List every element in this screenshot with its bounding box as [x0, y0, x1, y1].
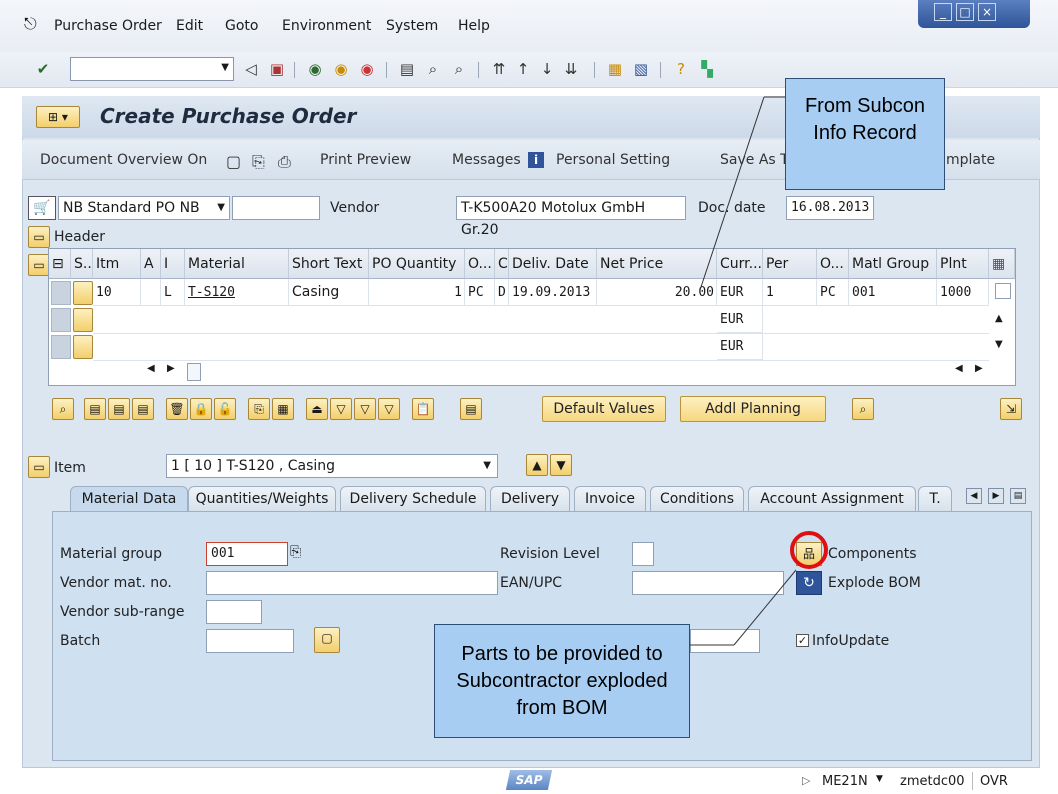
status-bar: SAP ▷ ME21N ▼ zmetdc00 OVR	[0, 768, 1058, 794]
callout-subcon-info-record: From Subcon Info Record	[785, 78, 945, 190]
server-name: zmetdc00	[900, 774, 965, 789]
transaction-code: ME21N	[822, 774, 868, 789]
callout-bom-explosion: Parts to be provided to Subcontractor ex…	[434, 624, 690, 738]
insert-mode: OVR	[980, 774, 1008, 789]
status-expand-icon[interactable]: ▷	[802, 774, 810, 787]
status-separator	[972, 772, 973, 790]
chevron-down-icon[interactable]: ▼	[876, 774, 883, 784]
sap-logo: SAP	[505, 770, 553, 790]
